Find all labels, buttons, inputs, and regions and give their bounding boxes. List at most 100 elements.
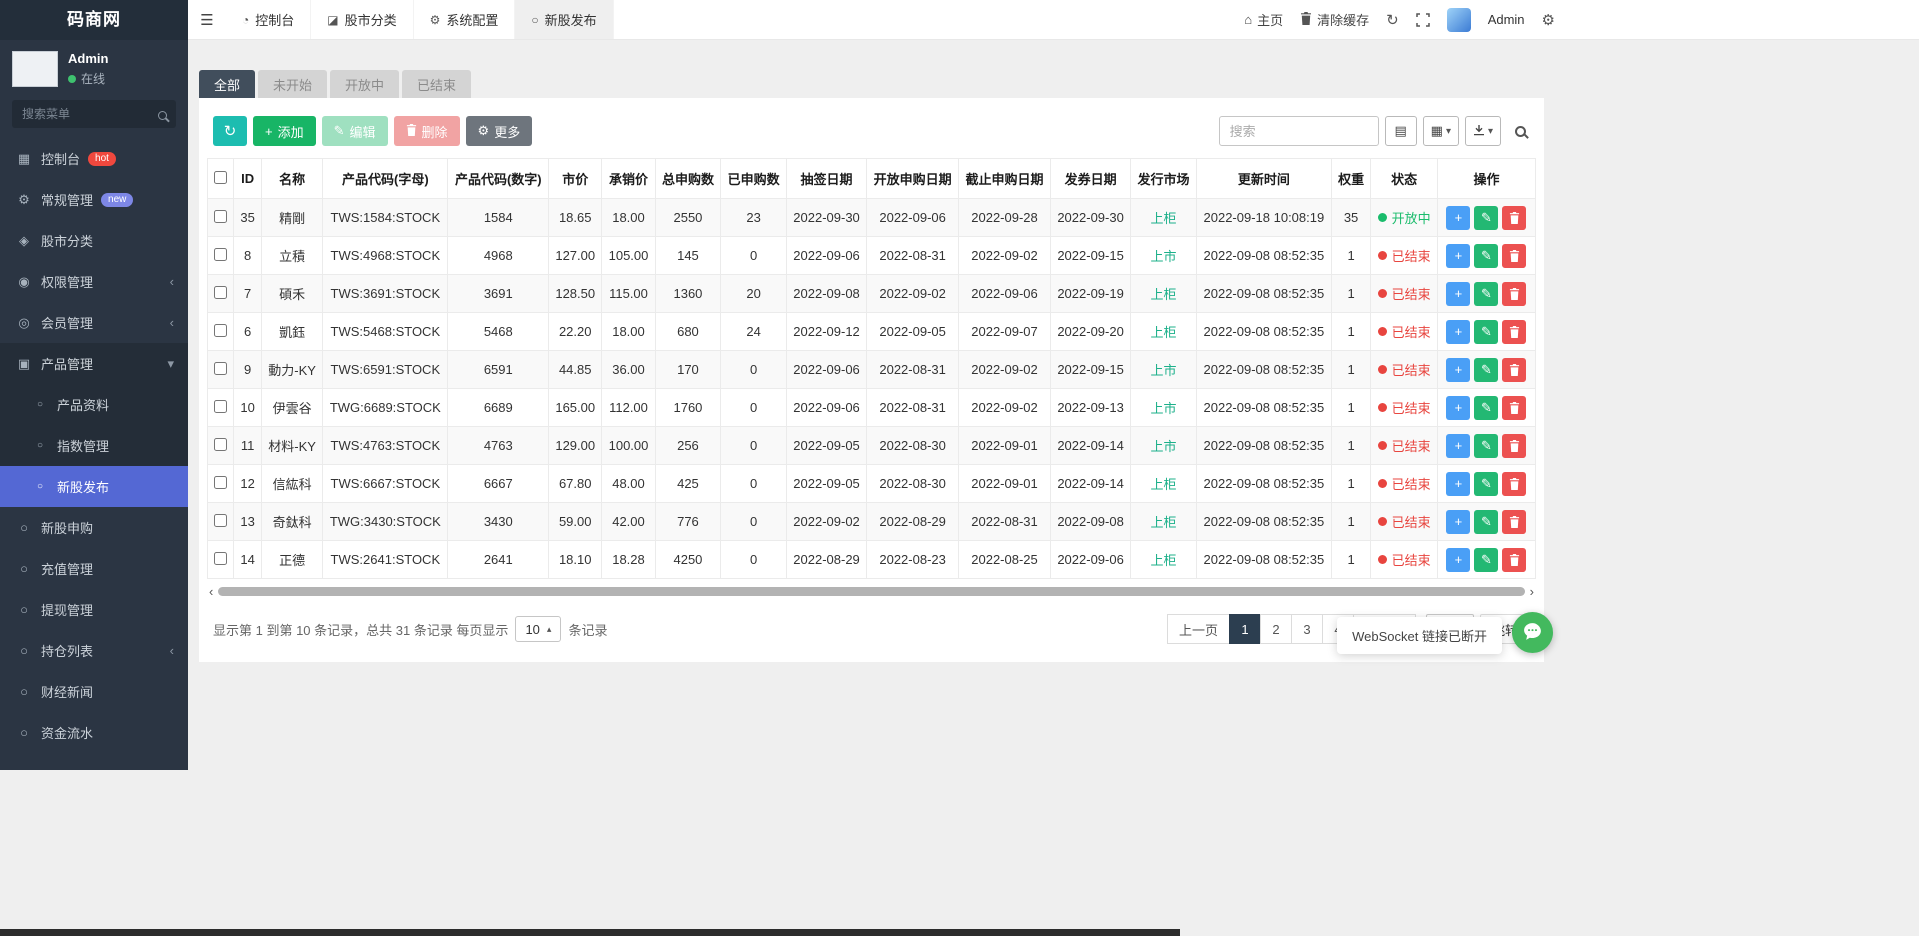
row-delete-button[interactable] <box>1502 358 1526 382</box>
market-link[interactable]: 上柜 <box>1151 325 1177 340</box>
market-link[interactable]: 上柜 <box>1151 477 1177 492</box>
row-delete-button[interactable] <box>1502 434 1526 458</box>
topbar-tab-1[interactable]: ◪股市分类 <box>311 0 413 39</box>
market-link[interactable]: 上市 <box>1151 249 1177 264</box>
row-checkbox[interactable] <box>214 210 227 223</box>
row-delete-button[interactable] <box>1502 472 1526 496</box>
row-delete-button[interactable] <box>1502 206 1526 230</box>
scroll-left-icon[interactable]: ‹ <box>209 585 213 598</box>
row-add-button[interactable]: + <box>1446 282 1470 306</box>
row-checkbox[interactable] <box>214 476 227 489</box>
row-checkbox[interactable] <box>214 552 227 565</box>
row-add-button[interactable]: + <box>1446 396 1470 420</box>
sidebar-item-13[interactable]: ○财经新闻 <box>0 671 188 712</box>
sidebar-item-10[interactable]: ○充值管理 <box>0 548 188 589</box>
row-edit-button[interactable]: ✎ <box>1474 358 1498 382</box>
avatar[interactable] <box>1447 8 1471 32</box>
row-add-button[interactable]: + <box>1446 358 1470 382</box>
row-add-button[interactable]: + <box>1446 472 1470 496</box>
columns-button[interactable]: ▦ ▾ <box>1423 116 1459 146</box>
row-edit-button[interactable]: ✎ <box>1474 396 1498 420</box>
row-edit-button[interactable]: ✎ <box>1474 244 1498 268</box>
sidebar-item-7[interactable]: ○指数管理 <box>0 425 188 466</box>
row-edit-button[interactable]: ✎ <box>1474 510 1498 534</box>
row-edit-button[interactable]: ✎ <box>1474 206 1498 230</box>
refresh-button[interactable]: ↻ <box>213 116 247 146</box>
sidebar-item-5[interactable]: ▣产品管理▾ <box>0 343 188 384</box>
sidebar-item-3[interactable]: ◉权限管理‹ <box>0 261 188 302</box>
table-search-input[interactable] <box>1219 116 1379 146</box>
filter-tab-3[interactable]: 已结束 <box>402 70 471 98</box>
chat-button[interactable] <box>1512 612 1553 653</box>
sidebar-item-1[interactable]: ⚙常规管理new <box>0 179 188 220</box>
sidebar-item-6[interactable]: ○产品资料 <box>0 384 188 425</box>
row-delete-button[interactable] <box>1502 282 1526 306</box>
refresh-icon[interactable]: ↻ <box>1386 11 1399 29</box>
row-edit-button[interactable]: ✎ <box>1474 434 1498 458</box>
prev-page-button[interactable]: 上一页 <box>1167 614 1230 644</box>
select-all-checkbox[interactable] <box>214 171 227 184</box>
sidebar-item-14[interactable]: ○资金流水 <box>0 712 188 753</box>
market-link[interactable]: 上柜 <box>1151 553 1177 568</box>
search-icon[interactable] <box>1515 126 1526 137</box>
row-edit-button[interactable]: ✎ <box>1474 472 1498 496</box>
row-checkbox[interactable] <box>214 362 227 375</box>
sidebar-item-4[interactable]: ◎会员管理‹ <box>0 302 188 343</box>
page-button-3[interactable]: 3 <box>1291 614 1323 644</box>
row-add-button[interactable]: + <box>1446 206 1470 230</box>
row-edit-button[interactable]: ✎ <box>1474 548 1498 572</box>
row-checkbox[interactable] <box>214 400 227 413</box>
sidebar-item-0[interactable]: ▦控制台hot <box>0 138 188 179</box>
row-delete-button[interactable] <box>1502 510 1526 534</box>
row-delete-button[interactable] <box>1502 244 1526 268</box>
market-link[interactable]: 上柜 <box>1151 287 1177 302</box>
market-link[interactable]: 上市 <box>1151 439 1177 454</box>
market-link[interactable]: 上市 <box>1151 363 1177 378</box>
market-link[interactable]: 上柜 <box>1151 515 1177 530</box>
scroll-right-icon[interactable]: › <box>1530 585 1534 598</box>
row-delete-button[interactable] <box>1502 396 1526 420</box>
row-delete-button[interactable] <box>1502 320 1526 344</box>
filter-tab-1[interactable]: 未开始 <box>258 70 327 98</box>
row-delete-button[interactable] <box>1502 548 1526 572</box>
market-link[interactable]: 上市 <box>1151 401 1177 416</box>
topbar-tab-3[interactable]: ○新股发布 <box>515 0 613 39</box>
row-checkbox[interactable] <box>214 248 227 261</box>
topbar-username[interactable]: Admin <box>1488 12 1525 27</box>
scrollbar-thumb[interactable] <box>218 587 1524 596</box>
sidebar-item-11[interactable]: ○提现管理 <box>0 589 188 630</box>
edit-button[interactable]: ✎ 编辑 <box>322 116 388 146</box>
row-add-button[interactable]: + <box>1446 548 1470 572</box>
menu-search-input[interactable] <box>12 100 176 128</box>
page-scrollbar[interactable] <box>0 929 1180 936</box>
row-edit-button[interactable]: ✎ <box>1474 320 1498 344</box>
export-button[interactable]: ▾ <box>1465 116 1501 146</box>
sidebar-item-12[interactable]: ○持仓列表‹ <box>0 630 188 671</box>
add-button[interactable]: + 添加 <box>253 116 316 146</box>
settings-gear-icon[interactable]: ⚙ <box>1542 11 1555 29</box>
sidebar-item-9[interactable]: ○新股申购 <box>0 507 188 548</box>
delete-button[interactable]: 删除 <box>394 116 460 146</box>
page-button-1[interactable]: 1 <box>1229 614 1261 644</box>
row-checkbox[interactable] <box>214 324 227 337</box>
sidebar-item-2[interactable]: ◈股市分类 <box>0 220 188 261</box>
list-view-button[interactable]: ▤ <box>1385 116 1417 146</box>
filter-tab-0[interactable]: 全部 <box>199 70 255 98</box>
fullscreen-icon[interactable] <box>1416 13 1430 27</box>
home-link[interactable]: ⌂ 主页 <box>1244 10 1283 29</box>
topbar-tab-2[interactable]: ⚙系统配置 <box>414 0 516 39</box>
row-add-button[interactable]: + <box>1446 244 1470 268</box>
row-checkbox[interactable] <box>214 286 227 299</box>
row-checkbox[interactable] <box>214 514 227 527</box>
market-link[interactable]: 上柜 <box>1151 211 1177 226</box>
row-add-button[interactable]: + <box>1446 510 1470 534</box>
row-checkbox[interactable] <box>214 438 227 451</box>
row-add-button[interactable]: + <box>1446 434 1470 458</box>
hamburger-icon[interactable]: ☰ <box>188 0 226 39</box>
row-add-button[interactable]: + <box>1446 320 1470 344</box>
row-edit-button[interactable]: ✎ <box>1474 282 1498 306</box>
filter-tab-2[interactable]: 开放中 <box>330 70 399 98</box>
page-button-2[interactable]: 2 <box>1260 614 1292 644</box>
sidebar-item-8[interactable]: ○新股发布 <box>0 466 188 507</box>
more-button[interactable]: ⚙ 更多 <box>466 116 533 146</box>
